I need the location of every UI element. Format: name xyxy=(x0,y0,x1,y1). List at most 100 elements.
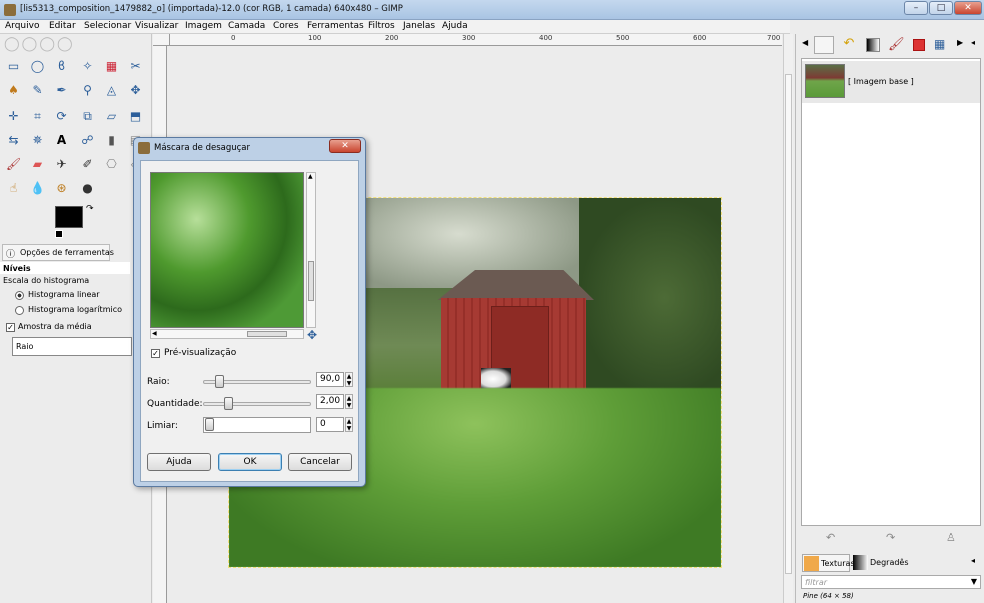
menu-editar[interactable]: Editar xyxy=(49,21,76,31)
menu-camada[interactable]: Camada xyxy=(228,21,265,31)
amount-slider-thumb[interactable] xyxy=(224,397,233,410)
amount-spin-buttons[interactable]: ▲ ▼ xyxy=(345,394,353,409)
menu-janelas[interactable]: Janelas xyxy=(403,21,435,31)
menu-selecionar[interactable]: Selecionar xyxy=(84,21,131,31)
menu-filtros[interactable]: Filtros xyxy=(368,21,395,31)
threshold-spin-buttons[interactable]: ▲ ▼ xyxy=(345,417,353,432)
maximize-button[interactable]: □ xyxy=(929,1,953,15)
blur-icon[interactable]: 💧 xyxy=(29,180,46,197)
channels-tab-icon[interactable]: ▦ xyxy=(934,37,945,51)
radius-field[interactable]: Raio xyxy=(12,337,132,356)
shear-icon[interactable]: ▱ xyxy=(103,108,120,125)
patterns-tab-icon[interactable] xyxy=(913,39,925,51)
move-icon[interactable]: ✥ xyxy=(127,82,144,99)
ruler-corner[interactable] xyxy=(153,34,170,46)
color-picker-icon[interactable]: ✒ xyxy=(53,82,70,99)
layer-row[interactable]: [ Imagem base ] xyxy=(802,61,980,103)
texturas-tab[interactable]: Texturas xyxy=(802,554,855,572)
foreground-select-icon[interactable]: ♠ xyxy=(5,82,22,99)
preview-vscroll-thumb[interactable] xyxy=(308,261,314,301)
radius-spin-buttons[interactable]: ▲ ▼ xyxy=(345,372,353,387)
heal-icon[interactable]: ☍ xyxy=(79,132,96,149)
tool-options-tab[interactable]: ⓘ Opções de ferramentas xyxy=(2,244,114,261)
canvas-vertical-scrollbar[interactable] xyxy=(783,34,793,603)
cage-icon[interactable]: ✵ xyxy=(29,132,46,149)
dialog-close-button[interactable]: ✕ xyxy=(329,139,361,153)
clear-history-icon[interactable]: ♙ xyxy=(946,531,956,544)
menu-ferramentas[interactable]: Ferramentas xyxy=(307,21,364,31)
eraser-icon[interactable]: ▰ xyxy=(29,156,46,173)
filter-dropdown-icon[interactable]: ▼ xyxy=(971,577,977,586)
radius-slider-thumb[interactable] xyxy=(215,375,224,388)
histogram-linear-radio[interactable] xyxy=(15,291,24,300)
brushes-menu-icon[interactable]: ◂ xyxy=(971,556,975,565)
cancel-button[interactable]: Cancelar xyxy=(288,453,352,471)
reset-colors-icon[interactable] xyxy=(55,230,63,238)
preview-area[interactable] xyxy=(150,172,304,328)
menu-imagem[interactable]: Imagem xyxy=(185,21,222,31)
histogram-log-radio[interactable] xyxy=(15,306,24,315)
undo-history-tab-icon[interactable]: ↶ xyxy=(839,36,859,54)
preview-horizontal-scrollbar[interactable]: ◀ xyxy=(150,329,304,339)
dodge-icon[interactable]: ⊛ xyxy=(53,180,70,197)
airbrush-icon[interactable]: ✈ xyxy=(53,156,70,173)
radius-spinbox[interactable]: 90,0 xyxy=(316,372,344,387)
align-icon[interactable]: ✛ xyxy=(5,108,22,125)
threshold-spinbox[interactable]: 0 xyxy=(316,417,344,432)
amount-slider[interactable] xyxy=(203,397,311,411)
ellipse-select-icon[interactable]: ◯ xyxy=(29,58,46,75)
dock-menu-icon[interactable]: ◂ xyxy=(971,38,975,47)
radius-slider[interactable] xyxy=(203,375,311,389)
threshold-slider[interactable] xyxy=(203,417,311,433)
preview-hscroll-thumb[interactable] xyxy=(247,331,287,337)
close-button[interactable]: ✕ xyxy=(954,1,982,15)
zoom-icon[interactable]: ⚲ xyxy=(79,82,96,99)
brush-tab-icon[interactable]: 🖌 xyxy=(888,37,905,52)
undo-icon[interactable]: ↶ xyxy=(826,531,835,544)
clone-icon[interactable]: ⎔ xyxy=(103,156,120,173)
swap-colors-icon[interactable]: ↷ xyxy=(86,204,94,214)
perspective-icon[interactable]: ⬒ xyxy=(127,108,144,125)
smudge-icon[interactable]: ☝ xyxy=(5,180,22,197)
preview-hscroll-left-icon[interactable]: ◀ xyxy=(152,330,157,337)
redo-icon[interactable]: ↷ xyxy=(886,531,895,544)
color-select-icon[interactable]: ▦ xyxy=(103,58,120,75)
scissors-icon[interactable]: ✂ xyxy=(127,58,144,75)
flip-icon[interactable]: ⇆ xyxy=(5,132,22,149)
gradient-tab-icon[interactable] xyxy=(866,38,880,52)
amount-spinbox[interactable]: 2,00 xyxy=(316,394,344,409)
minimize-button[interactable]: – xyxy=(904,1,928,15)
text-icon[interactable]: A xyxy=(53,132,70,149)
threshold-slider-thumb[interactable] xyxy=(205,418,214,431)
degrades-tab[interactable]: Degradês xyxy=(852,554,909,572)
ink-icon[interactable]: ✐ xyxy=(79,156,96,173)
ok-button[interactable]: OK xyxy=(218,453,282,471)
navigate-icon[interactable]: ✥ xyxy=(307,328,317,342)
rotate-icon[interactable]: ⟳ xyxy=(53,108,70,125)
preview-checkbox[interactable]: ✓ xyxy=(151,349,160,358)
measure-icon[interactable]: ◬ xyxy=(103,82,120,99)
crop-icon[interactable]: ⌗ xyxy=(29,108,46,125)
blend-icon[interactable]: ▮ xyxy=(103,132,120,149)
paths-icon[interactable]: ✎ xyxy=(29,82,46,99)
preview-vertical-scrollbar[interactable]: ▲ xyxy=(306,172,316,328)
layers-tab-icon[interactable] xyxy=(814,36,834,54)
menu-ajuda[interactable]: Ajuda xyxy=(442,21,468,31)
paintbrush-icon[interactable]: 🖌 xyxy=(5,156,22,173)
menu-cores[interactable]: Cores xyxy=(273,21,299,31)
burn-icon[interactable]: ● xyxy=(79,180,96,197)
scale-icon[interactable]: ⧉ xyxy=(79,108,96,125)
scrollbar-thumb[interactable] xyxy=(785,74,792,574)
dock-left-arrow[interactable]: ◀ xyxy=(802,38,808,47)
menu-arquivo[interactable]: Arquivo xyxy=(5,21,39,31)
dock-right-arrow[interactable]: ▶ xyxy=(957,38,963,47)
filter-field[interactable]: filtrar ▼ xyxy=(801,575,981,589)
fuzzy-select-icon[interactable]: ✧ xyxy=(79,58,96,75)
rect-select-icon[interactable]: ▭ xyxy=(5,58,22,75)
free-select-icon[interactable]: ϐ xyxy=(53,58,70,75)
sample-average-checkbox[interactable]: ✓ xyxy=(6,323,15,332)
foreground-color-swatch[interactable] xyxy=(55,206,83,228)
help-button[interactable]: Ajuda xyxy=(147,453,211,471)
preview-vscroll-up-icon[interactable]: ▲ xyxy=(308,173,313,180)
menu-visualizar[interactable]: Visualizar xyxy=(135,21,178,31)
